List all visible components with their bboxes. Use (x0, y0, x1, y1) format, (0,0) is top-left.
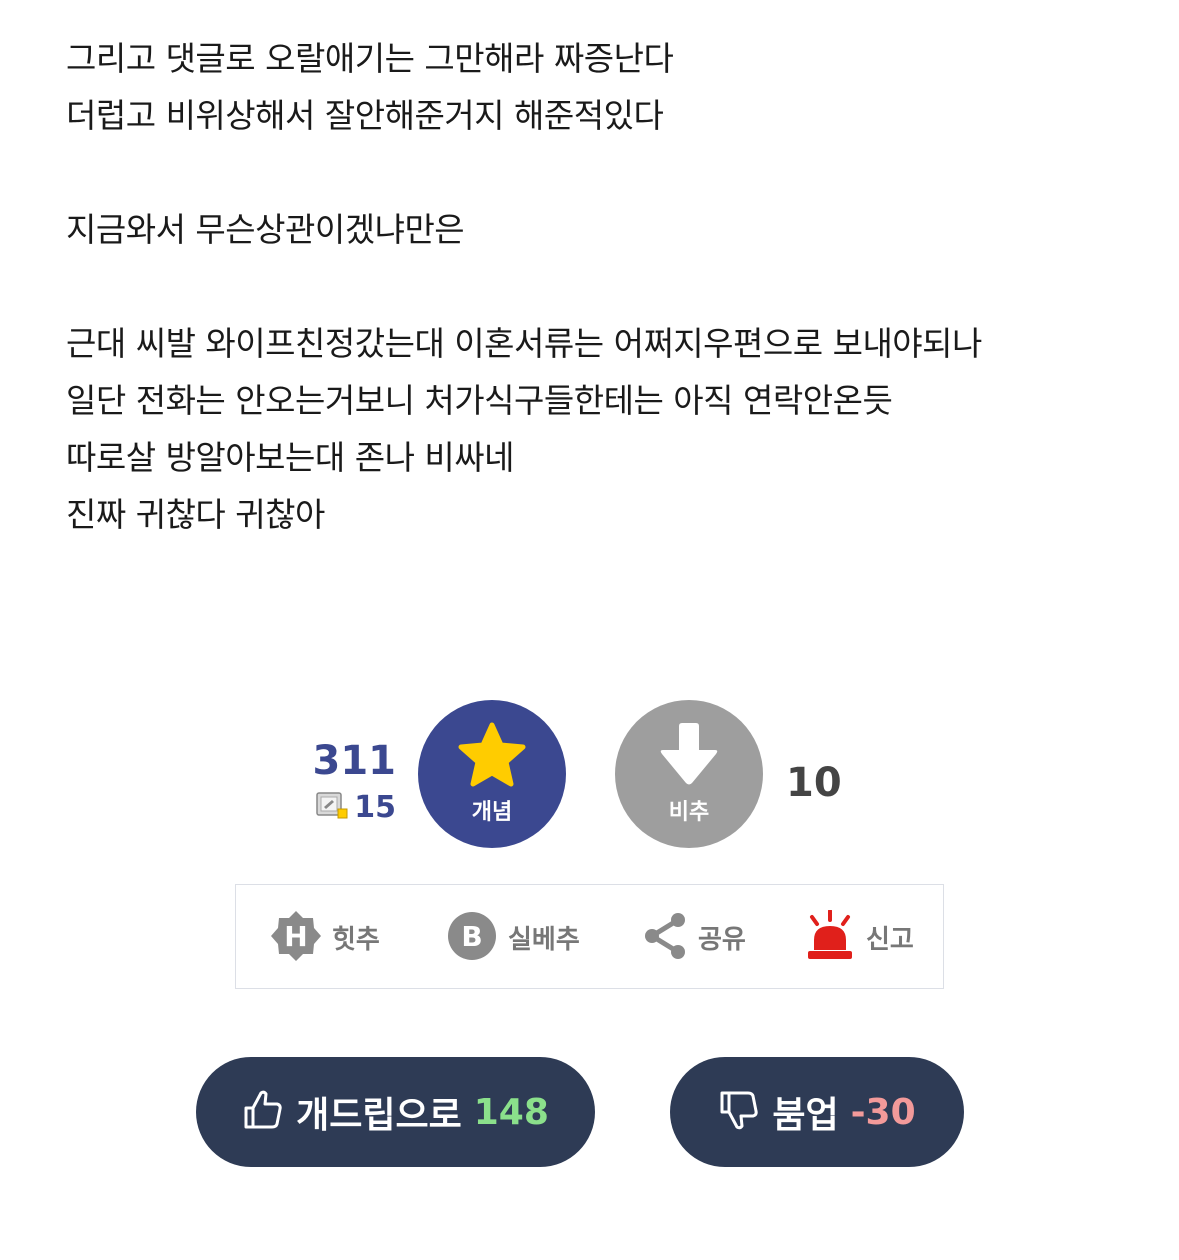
post-line-blank (66, 258, 1146, 315)
hit-label: 힛추 (332, 925, 380, 955)
report-label: 신고 (866, 925, 914, 955)
star-icon (457, 722, 527, 792)
recommend-down-button[interactable]: 비추 (615, 700, 763, 848)
recommend-down-label: 비추 (668, 800, 710, 825)
post-body: 그리고 댓글로 오랄애기는 그만해라 짜증난다 더럽고 비위상해서 잘안해준거지… (66, 30, 1146, 543)
action-bar: H 힛추 B 실베추 공유 신고 (235, 884, 944, 989)
recommend-area: 311 15 개념 비추 10 (0, 700, 1179, 850)
hit-badge-icon: H (270, 910, 322, 966)
fixed-count: 15 (316, 789, 396, 825)
post-line: 따로살 방알아보는대 존나 비싸네 (66, 438, 515, 477)
dislike-label: 붐업 (772, 1095, 839, 1136)
down-count: 10 (786, 760, 842, 806)
fixed-count-number: 15 (354, 789, 396, 825)
post-line: 더럽고 비위상해서 잘안해준거지 해준적있다 (66, 96, 664, 135)
post-line: 진짜 귀찮다 귀찮아 (66, 495, 325, 534)
svg-text:H: H (284, 920, 307, 953)
recommend-up-label: 개념 (471, 800, 513, 825)
share-button[interactable]: 공유 (642, 885, 746, 990)
like-vote-button[interactable]: 개드립으로 148 (196, 1057, 595, 1167)
fixed-user-icon (316, 791, 348, 823)
post-line-blank (66, 144, 1146, 201)
arrow-down-icon (657, 722, 721, 792)
report-button[interactable]: 신고 (804, 885, 914, 990)
thumbs-down-icon (718, 1089, 760, 1135)
best-recommend-button[interactable]: B 실베추 (446, 885, 580, 990)
share-label: 공유 (698, 925, 746, 955)
like-label: 개드립으로 (296, 1095, 462, 1136)
best-label: 실베추 (508, 925, 580, 955)
dislike-count: -30 (850, 1091, 916, 1133)
post-line: 일단 전화는 안오는거보니 처가식구들한테는 아직 연락안온듯 (66, 381, 893, 420)
hit-recommend-button[interactable]: H 힛추 (270, 885, 380, 990)
siren-icon (804, 908, 856, 966)
share-icon (642, 911, 688, 965)
dislike-vote-button[interactable]: 붐업 -30 (670, 1057, 964, 1167)
recommend-up-button[interactable]: 개념 (418, 700, 566, 848)
like-count: 148 (473, 1091, 549, 1133)
svg-text:B: B (461, 920, 482, 953)
best-badge-icon: B (446, 910, 498, 966)
thumbs-up-icon (242, 1089, 284, 1135)
up-count: 311 (312, 738, 397, 784)
post-line: 근대 씨발 와이프친정갔는대 이혼서류는 어쩌지우편으로 보내야되나 (66, 324, 982, 363)
post-line: 지금와서 무슨상관이겠냐만은 (66, 210, 465, 249)
post-line: 그리고 댓글로 오랄애기는 그만해라 짜증난다 (66, 39, 674, 78)
